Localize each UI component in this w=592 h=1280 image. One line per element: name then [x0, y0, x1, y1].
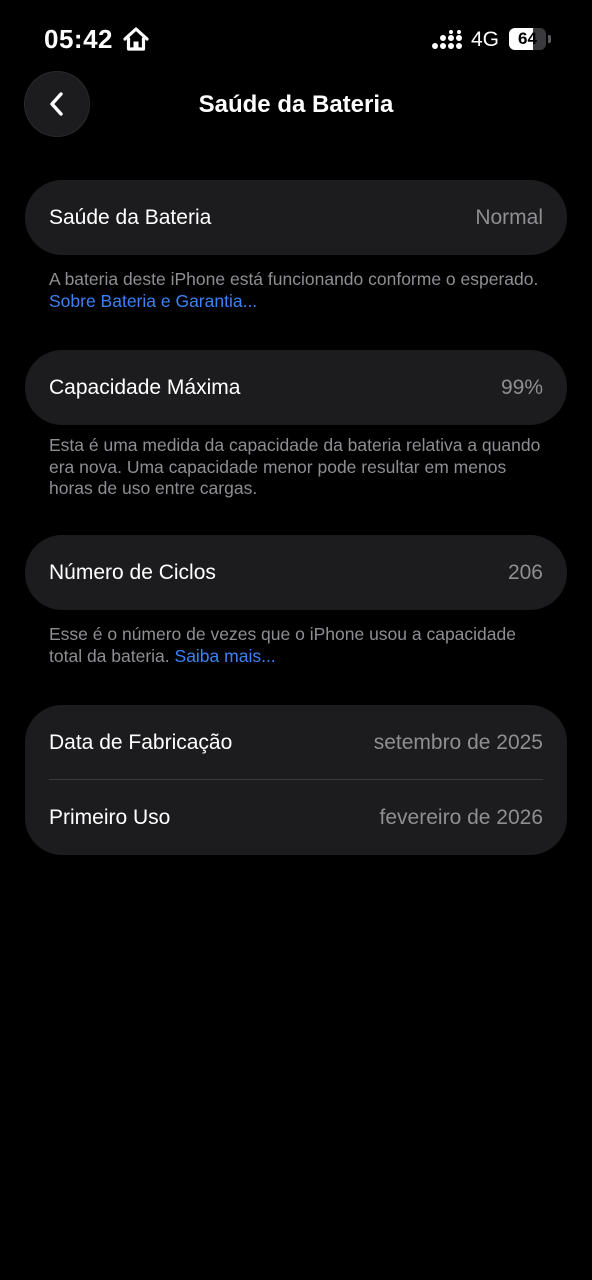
cycle-count-row: Número de Ciclos 206 [25, 535, 567, 610]
battery-icon: 64 [509, 28, 553, 50]
cycle-count-label: Número de Ciclos [49, 561, 216, 584]
maximum-capacity-footnote: Esta é uma medida da capacidade da bater… [49, 435, 549, 500]
status-time: 05:42 [44, 24, 113, 54]
battery-level: 64 [518, 29, 537, 48]
cycle-count-footnote-text: Esse é o número de vezes que o iPhone us… [49, 624, 516, 666]
maximum-capacity-value: 99% [500, 376, 543, 399]
battery-dates-card: Data de Fabricação setembro de 2025 Prim… [25, 705, 567, 855]
battery-health-value: Normal [475, 206, 543, 229]
maximum-capacity-card: Capacidade Máxima 99% [25, 350, 567, 425]
battery-health-footnote: A bateria deste iPhone está funcionando … [49, 269, 549, 312]
manufacture-date-label: Data de Fabricação [49, 731, 233, 754]
cellular-signal-icon [432, 30, 462, 49]
first-use-label: Primeiro Uso [49, 806, 171, 829]
battery-health-card: Saúde da Bateria Normal [25, 180, 567, 255]
page-title: Saúde da Bateria [198, 91, 394, 118]
first-use-row: Primeiro Uso fevereiro de 2026 [25, 780, 567, 855]
network-type: 4G [471, 28, 500, 51]
home-icon [123, 27, 149, 51]
battery-body: 64 [509, 28, 546, 50]
battery-health-label: Saúde da Bateria [49, 206, 212, 229]
first-use-value: fevereiro de 2026 [379, 806, 543, 829]
chevron-left-icon [50, 92, 63, 116]
cycle-count-footnote: Esse é o número de vezes que o iPhone us… [49, 624, 549, 667]
maximum-capacity-row: Capacidade Máxima 99% [25, 350, 567, 425]
cycle-count-value: 206 [507, 561, 543, 584]
learn-more-link[interactable]: Saiba mais... [175, 646, 276, 666]
battery-warranty-link[interactable]: Sobre Bateria e Garantia... [49, 291, 257, 311]
battery-cap [548, 35, 551, 43]
manufacture-date-row: Data de Fabricação setembro de 2025 [25, 705, 567, 780]
cycle-count-card: Número de Ciclos 206 [25, 535, 567, 610]
maximum-capacity-footnote-text: Esta é uma medida da capacidade da bater… [49, 435, 541, 498]
battery-health-footnote-text: A bateria deste iPhone está funcionando … [49, 269, 539, 289]
battery-health-row: Saúde da Bateria Normal [25, 180, 567, 255]
back-button[interactable] [25, 72, 89, 136]
manufacture-date-value: setembro de 2025 [373, 731, 543, 754]
maximum-capacity-label: Capacidade Máxima [49, 376, 241, 399]
status-bar: 05:42 4G 64 [0, 0, 592, 80]
